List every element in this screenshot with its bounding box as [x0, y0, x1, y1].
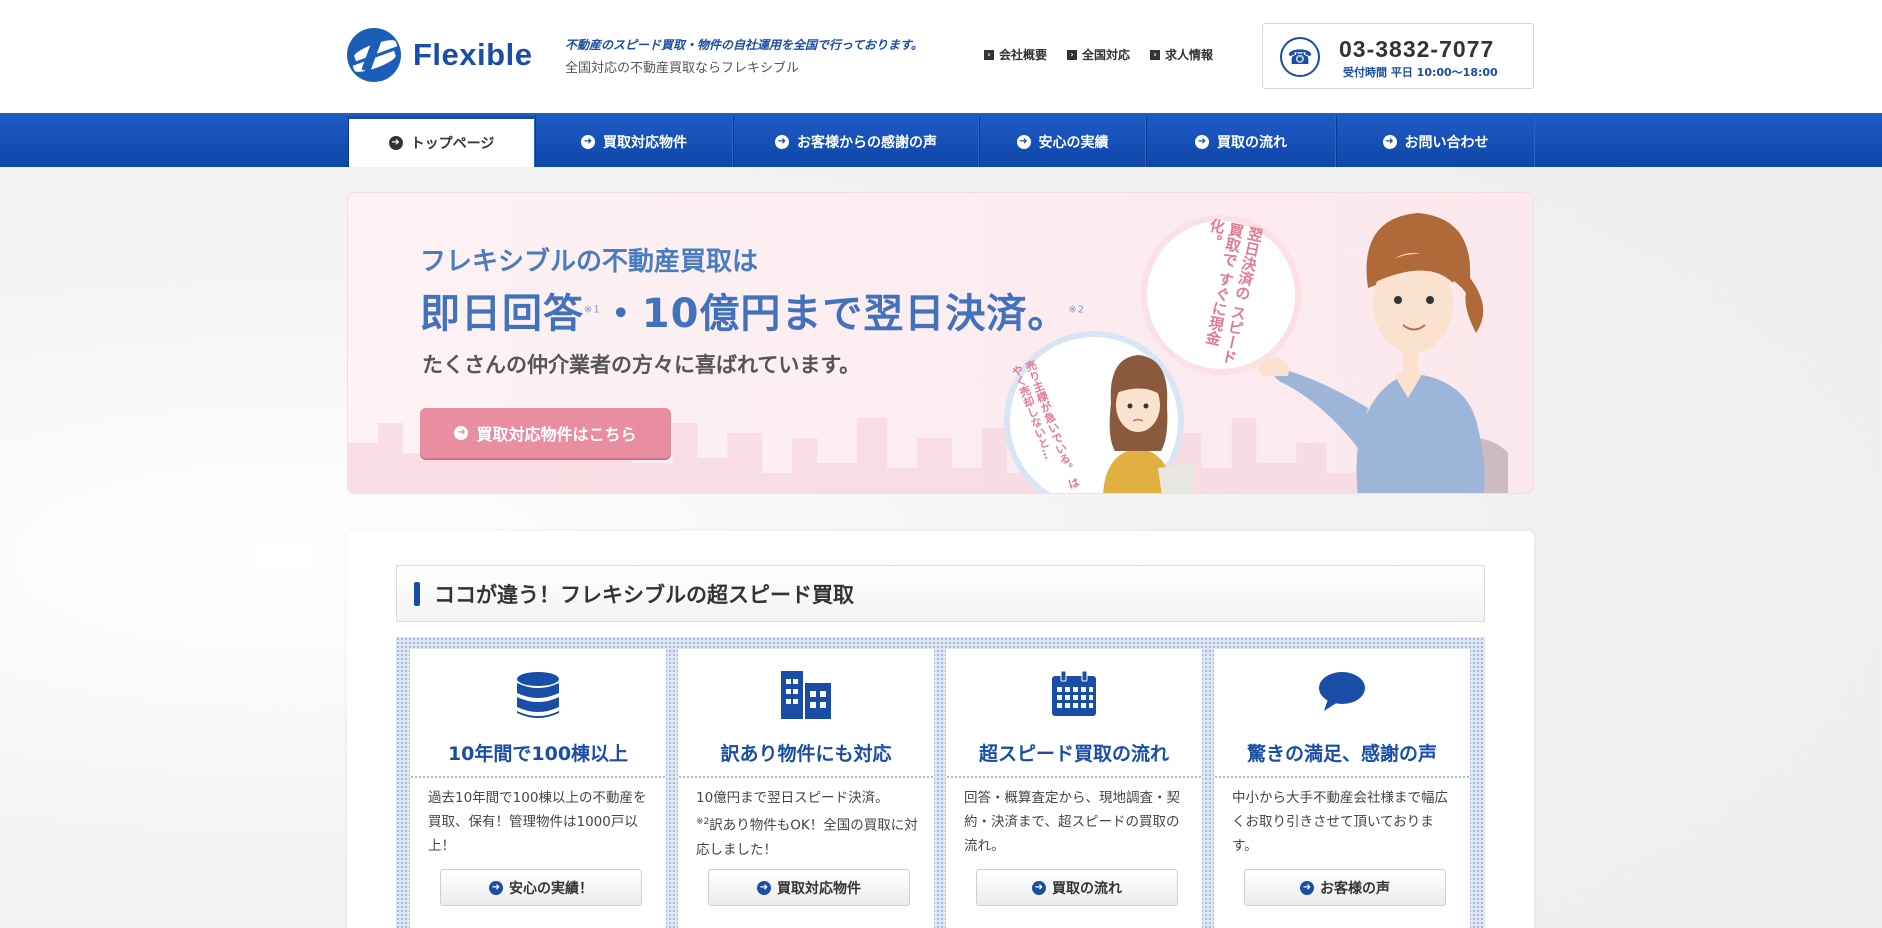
- tagline-top: 不動産のスピード買取・物件の自社運用を全国で行っております。: [565, 38, 923, 52]
- results-button[interactable]: ➜ 安心の実績！: [440, 869, 642, 906]
- hero-subtext: たくさんの仲介業者の方々に喜ばれています。: [422, 353, 861, 377]
- nav-item-contact[interactable]: ➜ お問い合わせ: [1336, 116, 1535, 167]
- hero-headline: 即日回答※1・10億円まで翌日決済。※2: [420, 291, 1086, 337]
- heading-accent-bar: [414, 581, 420, 606]
- speech-bubble-icon: [1319, 672, 1365, 711]
- feature-card-body: 中小から大手不動産会社様まで幅広くお取り引きさせて頂いております。: [1232, 790, 1448, 854]
- tel-box[interactable]: ☎ 03-3832-7077 受付時間 平日 10:00～18:00: [1262, 23, 1534, 89]
- logo-mark-icon: [347, 28, 401, 82]
- feature-card-title: 驚きの満足、感謝の声: [1246, 743, 1437, 765]
- arrow-circle-icon: ➜: [454, 426, 469, 440]
- arrow-circle-icon: ➜: [757, 880, 771, 895]
- feature-card-title: 超スピード買取の流れ: [978, 743, 1169, 765]
- building-icon: [781, 671, 831, 719]
- footnote-marker: ※2: [1068, 304, 1086, 316]
- hero-banner: フレキシブルの不動産買取は 即日回答※1・10億円まで翌日決済。※2 たくさんの…: [347, 192, 1534, 494]
- nav-item-properties[interactable]: ➜ 買取対応物件: [535, 116, 733, 167]
- arrow-circle-icon: ➜: [1032, 880, 1046, 895]
- divider: [946, 775, 1202, 778]
- nav-item-results[interactable]: ➜ 安心の実績: [979, 116, 1146, 167]
- arrow-circle-icon: ➜: [1195, 134, 1209, 149]
- arrow-square-icon: ›: [1150, 49, 1161, 60]
- feature-card-body: 過去10年間で100棟以上の不動産を買取、保有！管理物件は1000戸以上！: [428, 790, 647, 854]
- feature-card-flow: 超スピード買取の流れ 回答・概算査定から、現地調査・契約・決済まで、超スピードの…: [946, 649, 1202, 928]
- divider: [1214, 775, 1470, 778]
- arrow-circle-icon: ➜: [388, 136, 403, 150]
- feature-card-title: 訳あり物件にも対応: [720, 743, 892, 765]
- tagline-bottom: 全国対応の不動産買取ならフレキシブル: [565, 61, 800, 76]
- nav-item-top[interactable]: ➜ トップページ: [348, 116, 535, 167]
- nav-item-voices[interactable]: ➜ お客様からの感謝の声: [733, 116, 979, 167]
- arrow-circle-icon: ➜: [1300, 880, 1314, 895]
- arrow-square-icon: ›: [1067, 49, 1078, 60]
- arrow-circle-icon: ➜: [775, 134, 789, 149]
- feature-card-title: 10年間で100棟以上: [447, 743, 629, 765]
- header-link-nationwide[interactable]: › 全国対応: [1067, 46, 1130, 63]
- features-title: ココが違う！フレキシブルの超スピード買取: [434, 582, 854, 607]
- tel-number: 03-3832-7077: [1339, 36, 1495, 62]
- feature-card-body: 回答・概算査定から、現地調査・契約・決済まで、超スピードの買取の流れ。: [964, 790, 1180, 854]
- hero-properties-button[interactable]: ➜ 買取対応物件はこちら: [420, 408, 671, 458]
- tagline: 不動産のスピード買取・物件の自社運用を全国で行っております。 全国対応の不動産買…: [565, 36, 923, 76]
- site-logo[interactable]: Flexible: [347, 28, 532, 82]
- feature-card-voices: 驚きの満足、感謝の声 中小から大手不動産会社様まで幅広くお取り引きさせて頂いてお…: [1214, 649, 1470, 928]
- arrow-circle-icon: ➜: [1016, 134, 1031, 149]
- header-link-recruit[interactable]: › 求人情報: [1150, 46, 1213, 63]
- feature-card-body: 10億円まで翌日スピード決済。 ※2訳あり物件もOK！全国の買取に対応しました！: [696, 790, 918, 858]
- features-heading: ココが違う！フレキシブルの超スピード買取: [396, 565, 1485, 622]
- divider: [678, 775, 934, 778]
- telephone-icon: ☎: [1280, 37, 1320, 77]
- feature-card-results: 10年間で100棟以上 過去10年間で100棟以上の不動産を買取、保有！管理物件…: [410, 649, 666, 928]
- calendar-icon: [1052, 671, 1096, 716]
- tel-hours: 受付時間 平日 10:00～18:00: [1343, 66, 1498, 79]
- footnote-marker: ※2: [696, 817, 710, 827]
- properties-button[interactable]: ➜ 買取対応物件: [708, 869, 910, 906]
- global-nav: ➜ トップページ ➜ 買取対応物件 ➜ お客様からの感謝の声 ➜ 安心の実績 ➜ 買取の流…: [0, 113, 1882, 167]
- features-section: ココが違う！フレキシブルの超スピード買取 10年間で100棟以上 過去10年間で…: [347, 531, 1534, 928]
- feature-card-properties: 訳あり物件にも対応 10億円まで翌日スピード決済。 ※2訳あり物件もOK！全国の買…: [678, 649, 934, 928]
- site-header: Flexible 不動産のスピード買取・物件の自社運用を全国で行っております。 …: [0, 0, 1882, 113]
- voices-button[interactable]: ➜ お客様の声: [1244, 869, 1446, 906]
- flow-button[interactable]: ➜ 買取の流れ: [976, 869, 1178, 906]
- divider: [410, 775, 666, 778]
- arrow-circle-icon: ➜: [489, 880, 503, 895]
- worried-woman-illustration: [1103, 355, 1193, 493]
- arrow-circle-icon: ➜: [1382, 134, 1397, 149]
- database-icon: [517, 672, 559, 718]
- footnote-marker: ※1: [584, 304, 601, 316]
- arrow-circle-icon: ➜: [581, 134, 595, 149]
- brand-name: Flexible: [413, 37, 533, 72]
- nav-item-flow[interactable]: ➜ 買取の流れ: [1146, 116, 1336, 167]
- header-link-company[interactable]: › 会社概要: [984, 46, 1047, 63]
- header-links: › 会社概要 › 全国対応 › 求人情報: [984, 46, 1213, 63]
- features-grid: 10年間で100棟以上 過去10年間で100棟以上の不動産を買取、保有！管理物件…: [396, 637, 1485, 928]
- arrow-square-icon: ›: [984, 49, 994, 60]
- hero-lead: フレキシブルの不動産買取は: [420, 247, 759, 277]
- smiling-woman-illustration: [1259, 213, 1508, 493]
